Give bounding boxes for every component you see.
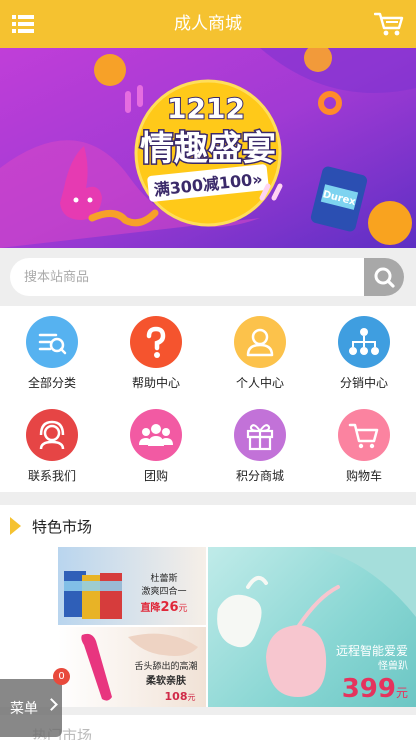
- nav-points-mall[interactable]: 积分商城: [208, 399, 312, 492]
- product-unit: 元: [179, 604, 188, 614]
- product-unit: 元: [187, 693, 195, 702]
- featured-section-header: 特色市场: [0, 505, 416, 547]
- nav-help-center[interactable]: 帮助中心: [104, 306, 208, 399]
- menu-badge: 0: [53, 668, 70, 685]
- product-line2: 柔软亲肤: [145, 674, 187, 687]
- product-price: 399: [342, 674, 396, 704]
- product-card-remote-toy[interactable]: 远程智能爱爱 怪兽趴 399元: [208, 547, 416, 707]
- product-price: 108: [165, 690, 188, 703]
- nav-label: 团购: [143, 469, 168, 483]
- product-unit: 元: [396, 686, 408, 700]
- search-bar: [10, 258, 404, 296]
- cart-icon: [338, 409, 390, 461]
- chevron-right-icon: [45, 698, 58, 711]
- hot-market-section-header: 热门市场: [0, 715, 416, 740]
- nav-grid: 全部分类 帮助中心 个人中心 分销中心 联系我们 团购 积分商城 购物车: [0, 306, 416, 492]
- nav-distribution-center[interactable]: 分销中心: [312, 306, 416, 399]
- category-list-icon: [26, 316, 78, 368]
- svg-text:108元: 108元: [165, 690, 196, 703]
- section-title: 特色市场: [32, 518, 93, 536]
- promo-banner[interactable]: 1212 情趣盛宴 满300减100» Durex: [0, 48, 416, 248]
- floating-menu-button[interactable]: 菜单: [0, 679, 62, 737]
- section-marker-icon: [10, 517, 21, 535]
- group-icon: [130, 409, 182, 461]
- app-header: 成人商城: [0, 0, 416, 48]
- nav-label: 全部分类: [27, 376, 76, 390]
- product-line2: 怪兽趴: [378, 659, 408, 672]
- banner-headline: 情趣盛宴: [140, 129, 276, 169]
- product-line1: 杜蕾斯: [150, 572, 177, 584]
- question-icon: [130, 316, 182, 368]
- product-line1: 远程智能爱爱: [336, 643, 408, 658]
- nav-all-categories[interactable]: 全部分类: [0, 306, 104, 399]
- product-price: 26: [160, 600, 178, 615]
- search-input[interactable]: [10, 258, 364, 296]
- gift-icon: [234, 409, 286, 461]
- product-line2: 激爽四合一: [141, 585, 186, 597]
- network-icon: [338, 316, 390, 368]
- banner-number: 1212: [167, 92, 245, 125]
- search-icon[interactable]: [364, 258, 404, 296]
- nav-shopping-cart[interactable]: 购物车: [312, 399, 416, 492]
- menu-label: 菜单: [10, 701, 38, 717]
- svg-text:399元: 399元: [342, 674, 408, 704]
- search-section: [0, 248, 416, 306]
- user-icon: [234, 316, 286, 368]
- nav-label: 购物车: [345, 469, 382, 483]
- product-card-durex[interactable]: 杜蕾斯 激爽四合一 直降26元: [58, 547, 206, 625]
- product-price-label: 直降: [140, 601, 161, 614]
- product-line1: 舌头舔出的高潮: [134, 660, 197, 672]
- nav-personal-center[interactable]: 个人中心: [208, 306, 312, 399]
- nav-label: 联系我们: [27, 469, 76, 483]
- nav-label: 个人中心: [235, 376, 284, 390]
- nav-label: 积分商城: [235, 469, 284, 483]
- nav-group-buy[interactable]: 团购: [104, 399, 208, 492]
- nav-label: 帮助中心: [131, 376, 180, 390]
- nav-label: 分销中心: [339, 376, 388, 390]
- shopping-cart-icon[interactable]: [373, 11, 404, 37]
- customer-service-icon: [26, 409, 78, 461]
- product-card-vibrator[interactable]: 舌头舔出的高潮 柔软亲肤 108元: [58, 627, 206, 707]
- svg-text:直降26元: 直降26元: [140, 600, 187, 615]
- page-title: 成人商城: [174, 14, 242, 34]
- nav-contact-us[interactable]: 联系我们: [0, 399, 104, 492]
